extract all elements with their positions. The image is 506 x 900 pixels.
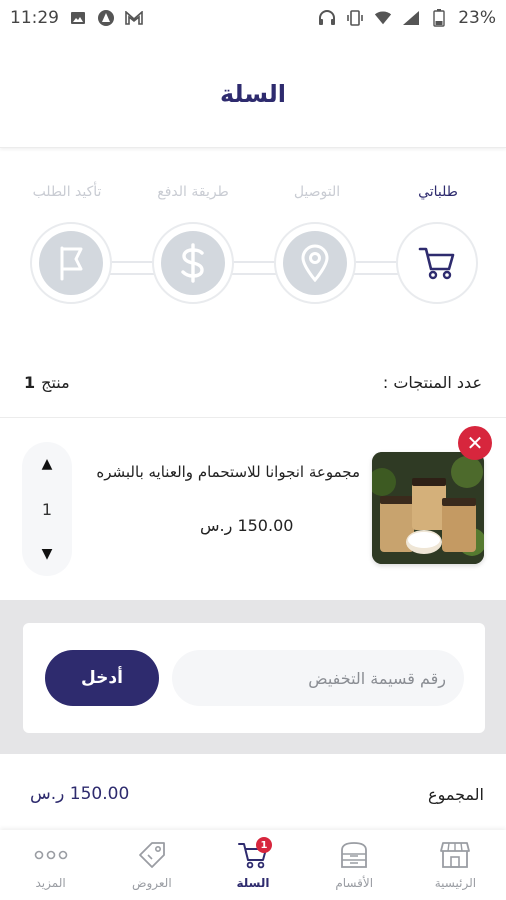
close-icon: ✕	[466, 431, 484, 455]
wifi-icon	[374, 9, 392, 27]
page-title: السلة	[219, 79, 286, 108]
step-confirm[interactable]	[30, 222, 112, 304]
step-orders[interactable]	[396, 222, 478, 304]
nav-item-categories[interactable]: الأقسام	[304, 830, 405, 900]
nav-item-home[interactable]: الرئيسية	[405, 830, 506, 900]
cart-count-badge: 1	[256, 837, 272, 853]
headset-icon	[318, 9, 336, 27]
step-label-payment: طريقة الدفع	[157, 184, 229, 200]
battery-percent: 23%	[458, 8, 496, 28]
total-row: 150.00 ر.س المجموع	[0, 772, 506, 816]
step-delivery[interactable]	[274, 222, 356, 304]
quantity-value: 1	[41, 499, 53, 519]
apply-coupon-button[interactable]: أدخل	[45, 650, 159, 706]
more-dots-icon	[34, 840, 68, 870]
products-count-value: 1 منتج	[24, 373, 70, 392]
gmail-icon	[125, 9, 143, 27]
nav-label-offers: العروض	[131, 876, 172, 890]
status-bar: 11:29 23%	[0, 0, 506, 36]
cart-icon	[405, 231, 469, 295]
step-label-confirm: تأكيد الطلب	[32, 184, 102, 200]
cart-icon: 1	[236, 837, 272, 870]
nav-label-more: المزيد	[35, 876, 66, 890]
dollar-icon	[161, 231, 225, 295]
remove-item-button[interactable]: ✕	[458, 426, 492, 460]
product-price: 150.00 ر.س	[200, 516, 294, 535]
total-value: 150.00 ر.س	[30, 784, 130, 804]
total-label: المجموع	[428, 784, 484, 804]
status-right: 23%	[318, 8, 496, 28]
product-image[interactable]	[372, 452, 484, 564]
step-label-delivery: التوصيل	[293, 184, 341, 200]
gallery-icon	[69, 9, 87, 27]
vibrate-icon	[346, 9, 364, 27]
products-count-row: 1 منتج عدد المنتجات :	[0, 360, 506, 404]
status-time: 11:29	[10, 8, 59, 28]
checkout-steps: طلباتي التوصيل طريقة الدفع تأكيد الطلب	[0, 170, 506, 310]
products-count-number: 1	[24, 372, 36, 392]
quantity-increase-button[interactable]: ▲	[42, 456, 53, 472]
divider	[0, 417, 506, 418]
bottom-navigation: المزيد العروض 1 السلة الأقسام الرئيسية	[0, 830, 506, 900]
nav-label-cart: السلة	[236, 876, 270, 890]
location-pin-icon	[283, 231, 347, 295]
app-header: السلة	[0, 36, 506, 148]
nav-label-home: الرئيسية	[434, 876, 477, 890]
signal-icon	[402, 9, 420, 27]
nav-item-more[interactable]: المزيد	[0, 830, 101, 900]
steps-connector-line	[80, 261, 430, 275]
categories-icon	[337, 840, 371, 870]
quantity-stepper: ▲ 1 ▼	[22, 442, 72, 576]
nav-item-offers[interactable]: العروض	[101, 830, 202, 900]
products-count-unit: منتج	[41, 372, 70, 392]
step-label-orders: طلباتي	[418, 184, 458, 200]
status-left: 11:29	[10, 8, 143, 28]
tag-icon	[135, 840, 169, 870]
nav-label-categories: الأقسام	[335, 876, 374, 890]
quantity-decrease-button[interactable]: ▼	[42, 546, 53, 562]
nav-item-cart[interactable]: 1 السلة	[202, 830, 303, 900]
flag-icon	[39, 231, 103, 295]
store-icon	[438, 840, 472, 870]
coupon-code-input[interactable]	[172, 650, 464, 706]
app-notification-icon	[97, 9, 115, 27]
products-count-label: عدد المنتجات :	[382, 372, 482, 392]
step-payment[interactable]	[152, 222, 234, 304]
product-name: مجموعة انجوانا للاستحمام والعنايه بالبشر…	[96, 463, 360, 481]
battery-icon	[430, 9, 448, 27]
